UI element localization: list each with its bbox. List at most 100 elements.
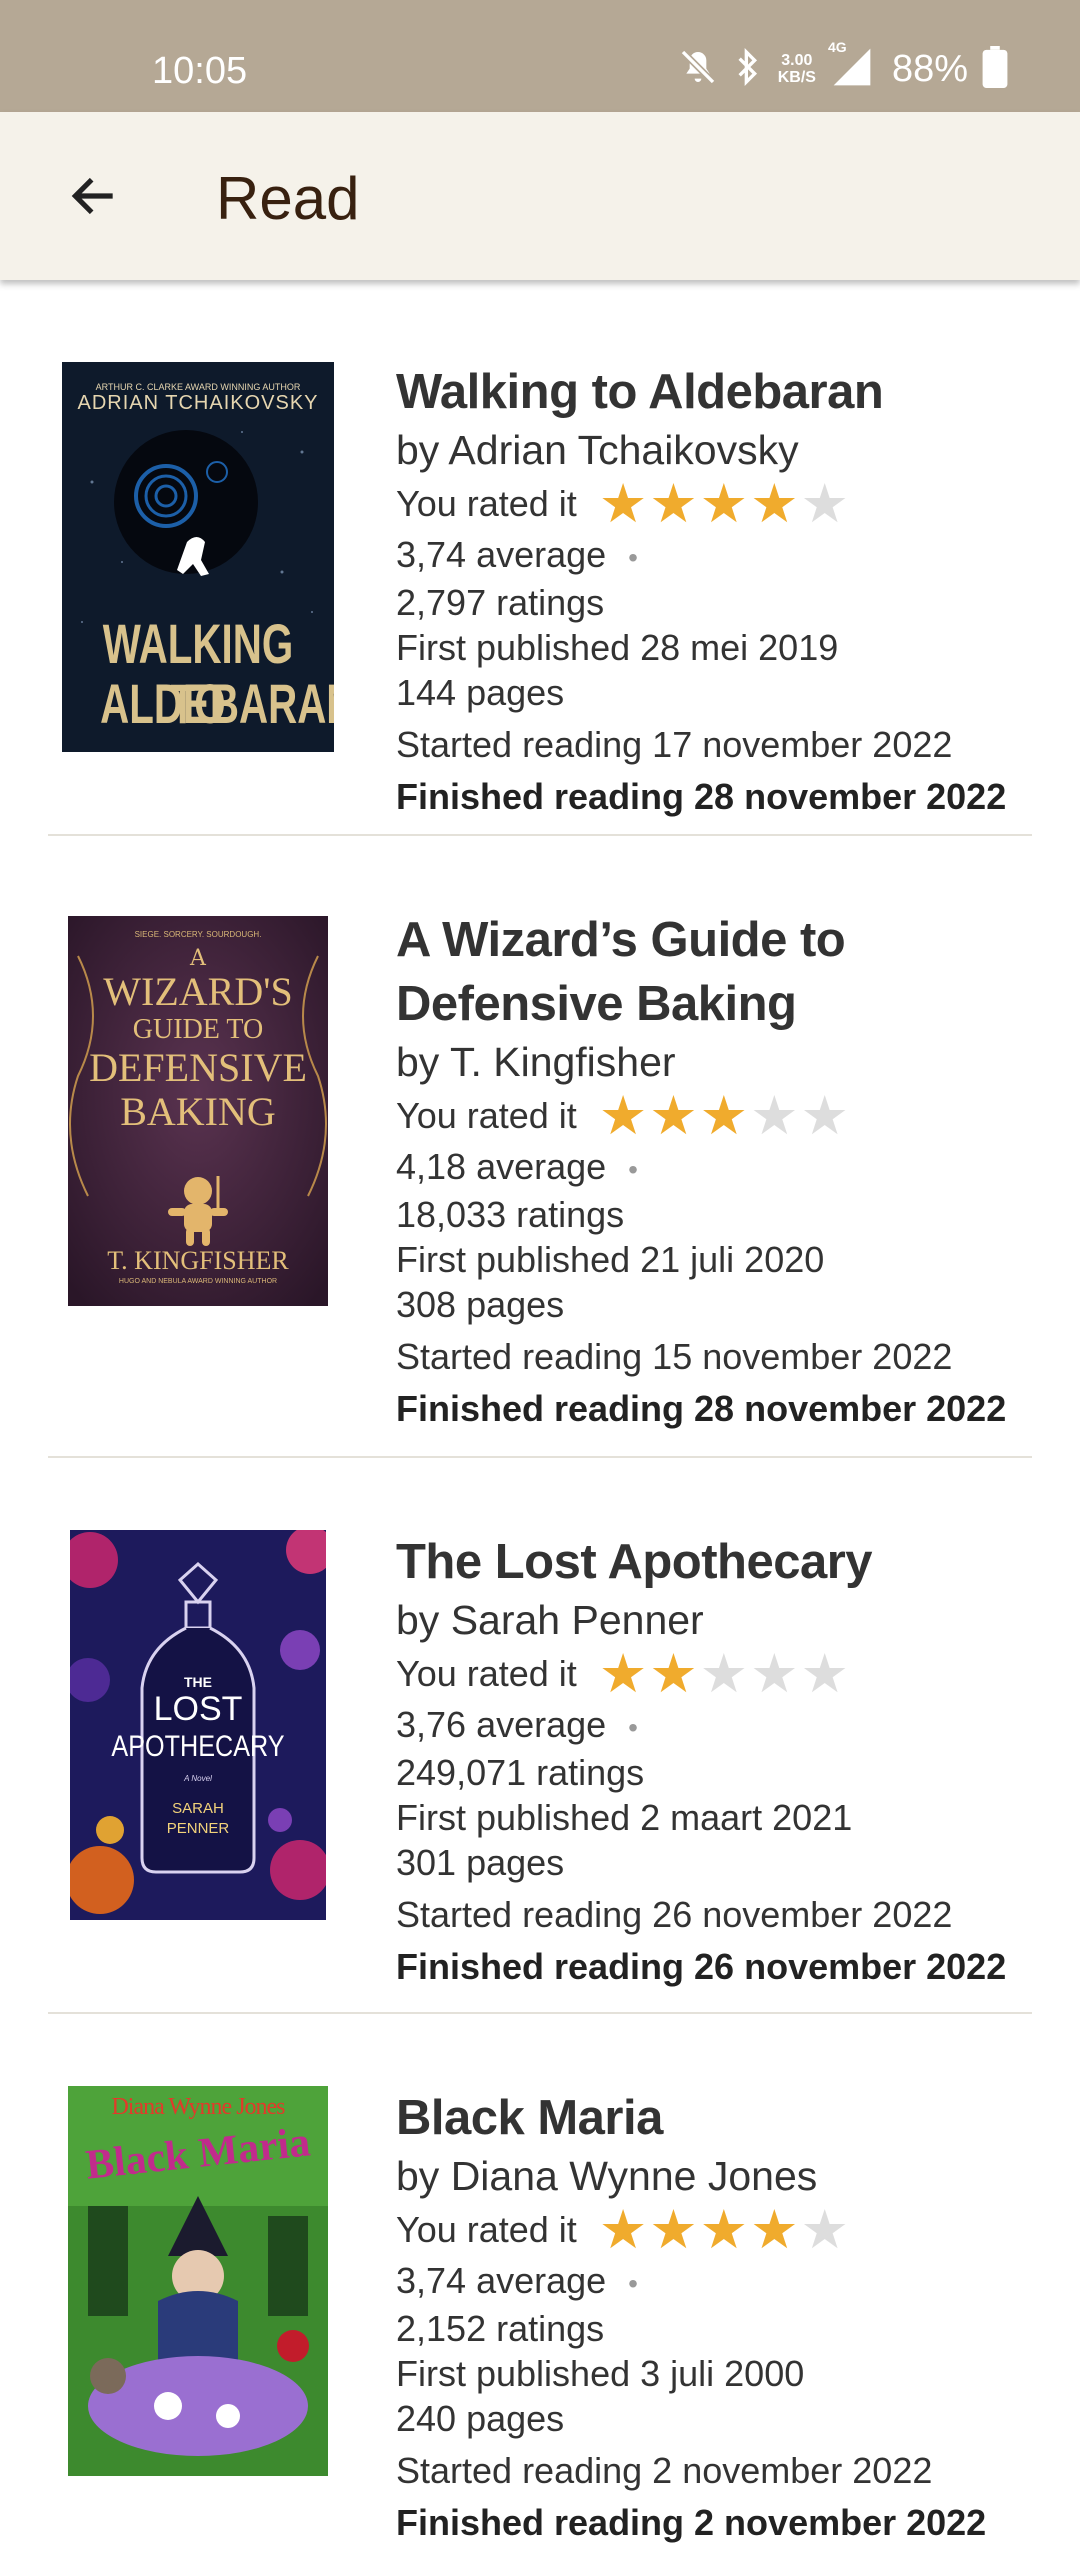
cover-title-1: LOST [153,1690,243,1728]
rating-stars[interactable]: ★ ★ ★ ★ ★ [599,1647,851,1701]
book-cover[interactable]: SIEGE. SORCERY. SOURDOUGH. A WIZARD'S GU… [68,916,328,1306]
status-bar: 10:05 3.00 KB/S 4G 88% [0,0,1080,112]
star-icon[interactable]: ★ [750,1089,798,1143]
book-item[interactable]: ARTHUR C. CLARKE AWARD WINNING AUTHOR AD… [48,280,1032,836]
page-count: 240 pages [396,2398,565,2439]
ratings-count: 249,071 ratings [396,1752,645,1793]
star-icon[interactable]: ★ [801,2203,849,2257]
rating-stars[interactable]: ★ ★ ★ ★ ★ [599,477,851,531]
started-reading: Started reading 2 november 2022 [396,2450,933,2491]
status-icons: 3.00 KB/S 4G 88% [664,39,1008,94]
cover-author: Diana Wynne Jones [111,2094,285,2120]
ratings-count: 2,797 ratings [396,582,605,623]
finished-reading: Finished reading 28 november 2022 [396,776,1007,817]
book-item[interactable]: THE LOST APOTHECARY A Novel SARAH PENNER… [48,1458,1032,2014]
star-icon[interactable]: ★ [700,477,748,531]
ratings-count: 2,152 ratings [396,2308,605,2349]
star-icon[interactable]: ★ [599,1647,647,1701]
book-cover[interactable]: Diana Wynne Jones Black Maria [68,2086,328,2476]
book-author[interactable]: by Sarah Penner [396,1594,1032,1646]
book-author[interactable]: by T. Kingfisher [396,1036,1032,1088]
book-title[interactable]: Walking to Aldebaran [396,360,1032,424]
star-icon[interactable]: ★ [801,1089,849,1143]
book-cover[interactable]: ARTHUR C. CLARKE AWARD WINNING AUTHOR AD… [62,362,334,752]
cover-line-2: WIZARD'S [103,969,293,1014]
star-icon[interactable]: ★ [649,1647,697,1701]
cover-line-3: GUIDE TO [132,1014,264,1045]
cover-author-1: SARAH [172,1800,224,1817]
started-reading: Started reading 17 november 2022 [396,724,953,765]
page-count: 301 pages [396,1842,565,1883]
star-icon[interactable]: ★ [750,477,798,531]
first-published: First published 21 juli 2020 [396,1239,825,1280]
mute-icon [678,47,718,92]
star-icon[interactable]: ★ [599,1089,647,1143]
started-reading: Started reading 26 november 2022 [396,1894,953,1935]
signal-4g-icon: 4G [828,39,874,94]
star-icon[interactable]: ★ [599,2203,647,2257]
user-rating: You rated it ★ ★ ★ ★ ★ [396,1088,1032,1144]
star-icon[interactable]: ★ [801,477,849,531]
rating-stars[interactable]: ★ ★ ★ ★ ★ [599,1089,851,1143]
book-cover[interactable]: THE LOST APOTHECARY A Novel SARAH PENNER [70,1530,326,1920]
cover-top-line: SIEGE. SORCERY. SOURDOUGH. [134,930,262,939]
separator-dot: • [628,542,638,573]
status-time: 10:05 [152,50,248,92]
rating-stars[interactable]: ★ ★ ★ ★ ★ [599,2203,851,2257]
cover-title-2: ALDEBARAN [100,672,334,735]
book-info: A Wizard’s Guide to Defensive Baking by … [396,908,1032,1435]
rated-label: You rated it [396,483,577,524]
finished-reading: Finished reading 28 november 2022 [396,1388,1007,1429]
separator-dot: • [628,1712,638,1743]
book-author[interactable]: by Diana Wynne Jones [396,2150,1032,2202]
book-item[interactable]: SIEGE. SORCERY. SOURDOUGH. A WIZARD'S GU… [48,836,1032,1458]
first-published: First published 3 juli 2000 [396,2353,805,2394]
bluetooth-icon [732,47,764,92]
rated-label: You rated it [396,1653,577,1694]
user-rating: You rated it ★ ★ ★ ★ ★ [396,2202,1032,2258]
user-rating: You rated it ★ ★ ★ ★ ★ [396,476,1032,532]
star-icon[interactable]: ★ [649,2203,697,2257]
started-reading: Started reading 15 november 2022 [396,1336,953,1377]
battery-icon [982,45,1008,93]
page-title: Read [216,165,360,232]
rated-label: You rated it [396,1095,577,1136]
book-author[interactable]: by Adrian Tchaikovsky [396,424,1032,476]
separator-dot: • [628,1154,638,1185]
cover-author-2: PENNER [166,1820,230,1837]
cover-author: T. KINGFISHER [107,1246,289,1275]
cover-top-line: ARTHUR C. CLARKE AWARD WINNING AUTHOR [95,382,301,392]
cover-line-4: DEFENSIVE [89,1045,307,1090]
star-icon[interactable]: ★ [599,477,647,531]
rated-label: You rated it [396,2209,577,2250]
book-title[interactable]: The Lost Apothecary [396,1530,1032,1594]
star-icon[interactable]: ★ [700,1647,748,1701]
cover-subtitle: A Novel [184,1774,212,1783]
battery-percent: 88% [891,47,968,90]
star-icon[interactable]: ★ [700,1089,748,1143]
book-title[interactable]: Black Maria [396,2086,1032,2150]
book-item[interactable]: Diana Wynne Jones Black Maria Black Mari… [48,2014,1032,2568]
average-rating: 3,76 average • [396,1704,638,1745]
star-icon[interactable]: ★ [649,1089,697,1143]
first-published: First published 28 mei 2019 [396,627,839,668]
cover-bottom-line: HUGO AND NEBULA AWARD WINNING AUTHOR [118,1278,278,1285]
average-rating: 4,18 average • [396,1146,638,1187]
user-rating: You rated it ★ ★ ★ ★ ★ [396,1646,1032,1702]
star-icon[interactable]: ★ [700,2203,748,2257]
star-icon[interactable]: ★ [649,477,697,531]
average-rating: 3,74 average • [396,534,638,575]
book-title[interactable]: A Wizard’s Guide to Defensive Baking [396,908,1032,1036]
average-rating: 3,74 average • [396,2260,638,2301]
book-info: Walking to Aldebaran by Adrian Tchaikovs… [396,360,1032,823]
star-icon[interactable]: ★ [801,1647,849,1701]
star-icon[interactable]: ★ [750,1647,798,1701]
first-published: First published 2 maart 2021 [396,1797,853,1838]
star-icon[interactable]: ★ [750,2203,798,2257]
cover-title-2: APOTHECARY [111,1730,285,1763]
back-button[interactable] [48,156,140,236]
page-count: 144 pages [396,672,565,713]
finished-reading: Finished reading 26 november 2022 [396,1946,1007,1987]
app-bar: Read [0,112,1080,280]
arrow-left-icon [71,177,113,215]
